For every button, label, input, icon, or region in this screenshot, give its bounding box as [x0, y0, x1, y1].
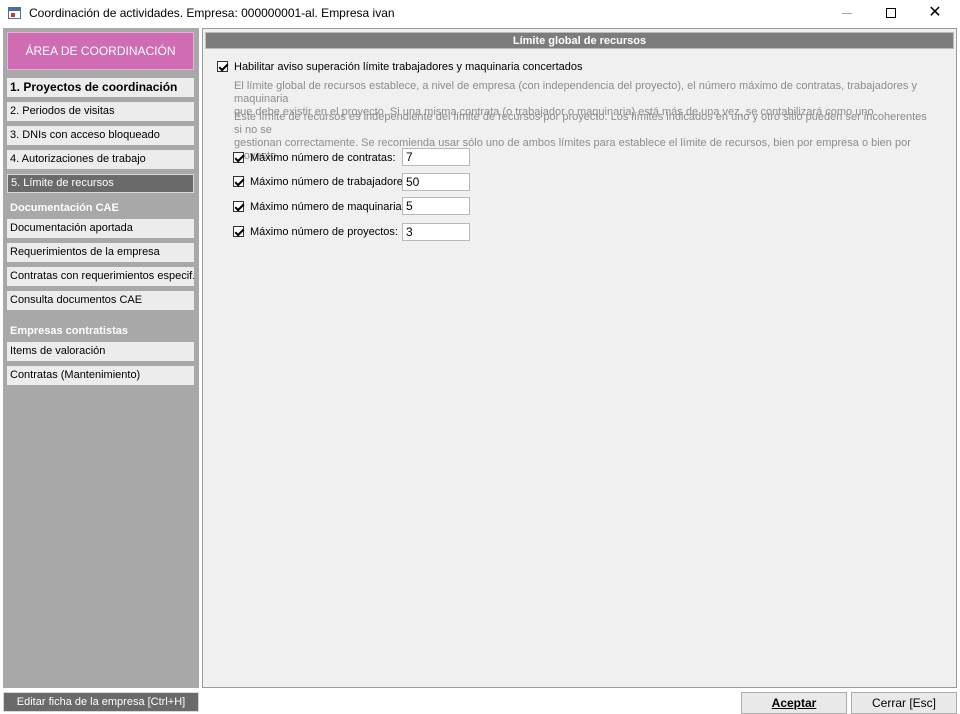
max-contratas-checkbox[interactable]: [233, 152, 244, 163]
area-coordinacion-button[interactable]: ÁREA DE COORDINACIÓN: [7, 32, 194, 70]
max-trabajadores-label: Máximo número de trabajadores:: [250, 176, 412, 188]
max-contratas-label: Máximo número de contratas:: [250, 152, 396, 164]
minimize-icon: [842, 12, 852, 14]
max-trabajadores-checkbox[interactable]: [233, 176, 244, 187]
sidebar-item-proyectos[interactable]: 1. Proyectos de coordinación: [7, 78, 194, 97]
enable-warning-checkbox[interactable]: [217, 61, 228, 72]
sidebar-item-dnis[interactable]: 3. DNIs con acceso bloqueado: [7, 126, 194, 145]
sidebar-item-contratas-mantenimiento[interactable]: Contratas (Mantenimiento): [7, 366, 194, 385]
app-icon: [8, 7, 21, 19]
sidebar-item-periodos[interactable]: 2. Periodos de visitas: [7, 102, 194, 121]
sidebar-item-items-valoracion[interactable]: Items de valoración: [7, 342, 194, 361]
maximize-button[interactable]: [868, 0, 914, 26]
max-maquinaria-label: Máximo número de maquinaria:: [250, 201, 405, 213]
sidebar: ÁREA DE COORDINACIÓN 1. Proyectos de coo…: [3, 28, 199, 688]
max-maquinaria-checkbox[interactable]: [233, 201, 244, 212]
window-title: Coordinación de actividades. Empresa: 00…: [29, 6, 395, 20]
accept-button[interactable]: Aceptar: [741, 692, 847, 714]
max-contratas-input[interactable]: [402, 148, 470, 166]
section-title: Límite global de recursos: [205, 32, 954, 49]
close-window-button[interactable]: ✕: [912, 0, 958, 26]
title-bar: Coordinación de actividades. Empresa: 00…: [0, 0, 960, 26]
max-proyectos-input[interactable]: [402, 223, 470, 241]
accept-label: Aceptar: [771, 696, 817, 710]
sidebar-item-consulta-documentos[interactable]: Consulta documentos CAE: [7, 291, 194, 310]
sidebar-item-autorizaciones[interactable]: 4. Autorizaciones de trabajo: [7, 150, 194, 169]
max-proyectos-label: Máximo número de proyectos:: [250, 226, 398, 238]
sidebar-item-limite-recursos[interactable]: 5. Límite de recursos: [7, 174, 194, 193]
sidebar-item-requerimientos[interactable]: Requerimientos de la empresa: [7, 243, 194, 262]
description-1-line-1: El límite global de recursos establece, …: [234, 80, 917, 105]
edit-company-button[interactable]: Editar ficha de la empresa [Ctrl+H]: [3, 692, 199, 712]
sidebar-item-documentacion-aportada[interactable]: Documentación aportada: [7, 219, 194, 238]
description-2-line-1: Este límite de recursos es independiente…: [234, 111, 927, 136]
minimize-button[interactable]: [824, 0, 870, 26]
heading-documentacion-cae: Documentación CAE: [10, 202, 119, 214]
heading-empresas-contratistas: Empresas contratistas: [10, 325, 128, 337]
maximize-icon: [886, 8, 896, 18]
close-icon: ✕: [928, 4, 942, 21]
close-button[interactable]: Cerrar [Esc]: [851, 692, 957, 714]
max-proyectos-checkbox[interactable]: [233, 226, 244, 237]
main-panel: Límite global de recursos Habilitar avis…: [202, 28, 957, 688]
enable-warning-label: Habilitar aviso superación límite trabaj…: [234, 61, 583, 73]
max-trabajadores-input[interactable]: [402, 173, 470, 191]
max-maquinaria-input[interactable]: [402, 197, 470, 215]
sidebar-item-contratas-requerimientos[interactable]: Contratas con requerimientos especif.: [7, 267, 194, 286]
